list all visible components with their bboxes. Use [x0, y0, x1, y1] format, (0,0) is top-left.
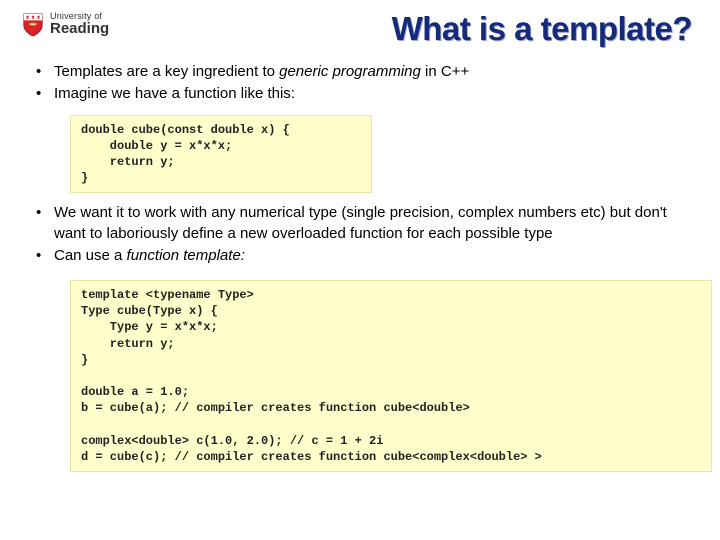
bullet-3-text: We want it to work with any numerical ty…: [54, 204, 667, 241]
bullet-1-italic: generic programming: [279, 63, 421, 80]
bullet-list-top: Templates are a key ingredient to generi…: [34, 62, 686, 105]
page-title: What is a template?: [392, 10, 692, 48]
university-big: Reading: [50, 21, 109, 37]
shield-icon: [22, 12, 44, 38]
bullet-1-text-b: in C++: [421, 63, 469, 80]
slide-body: Templates are a key ingredient to generi…: [0, 62, 720, 472]
bullet-1: Templates are a key ingredient to generi…: [34, 62, 686, 82]
bullet-3: We want it to work with any numerical ty…: [34, 203, 686, 244]
bullet-2: Imagine we have a function like this:: [34, 84, 686, 104]
university-name: University of Reading: [50, 12, 109, 37]
code-block-1: double cube(const double x) { double y =…: [70, 115, 372, 194]
header: University of Reading What is a template…: [0, 0, 720, 54]
bullet-4-italic: function template:: [127, 247, 245, 264]
bullet-4-text-a: Can use a: [54, 247, 127, 264]
code-block-2: template <typename Type> Type cube(Type …: [70, 280, 712, 472]
bullet-list-bottom: We want it to work with any numerical ty…: [34, 203, 686, 266]
bullet-4: Can use a function template:: [34, 246, 686, 266]
university-logo: University of Reading: [22, 12, 109, 38]
bullet-1-text-a: Templates are a key ingredient to: [54, 63, 279, 80]
bullet-2-text: Imagine we have a function like this:: [54, 85, 295, 102]
